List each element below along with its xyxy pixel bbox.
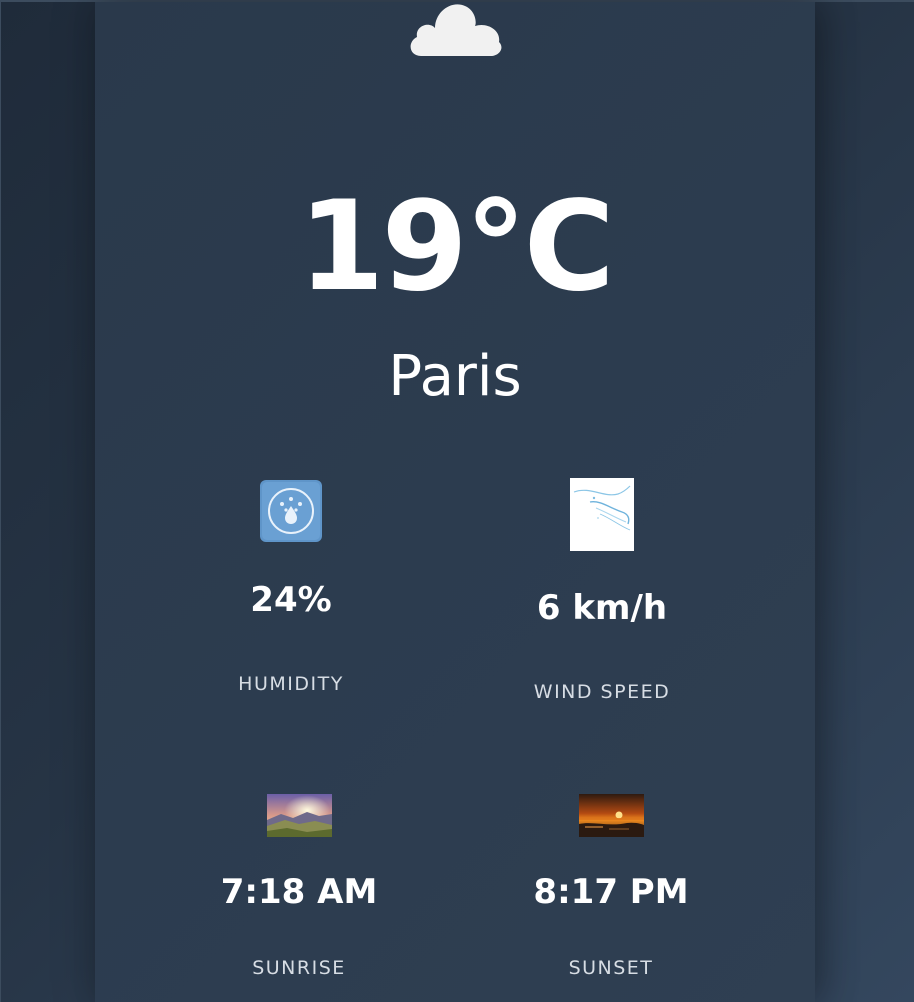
sunrise-stat: 7:18 AM SUNRISE: [179, 872, 419, 980]
city-name: Paris: [388, 344, 522, 409]
wind-value: 6 km/h: [536, 588, 668, 628]
humidity-stat: 24% HUMIDITY: [171, 580, 411, 696]
sunset-label: SUNSET: [568, 957, 654, 979]
sunrise-value: 7:18 AM: [220, 872, 378, 912]
cloud-icon: [410, 4, 502, 56]
humidity-label: HUMIDITY: [238, 673, 344, 695]
sunset-image: [579, 794, 644, 837]
sunrise-label: SUNRISE: [252, 957, 346, 979]
humidity-value: 24%: [250, 580, 332, 620]
humidity-icon: [260, 480, 322, 542]
wind-stat: 6 km/h WIND SPEED: [482, 588, 722, 704]
wind-label: WIND SPEED: [533, 681, 671, 703]
sunrise-image: [267, 794, 332, 837]
sunset-value: 8:17 PM: [533, 872, 689, 912]
sunset-stat: 8:17 PM SUNSET: [491, 872, 731, 980]
wind-icon: [570, 478, 634, 551]
weather-card: 19°C Paris 24% HUMIDITY 6 km/h WIND SPEE…: [95, 2, 815, 1002]
temperature-display: 19°C: [298, 175, 615, 319]
